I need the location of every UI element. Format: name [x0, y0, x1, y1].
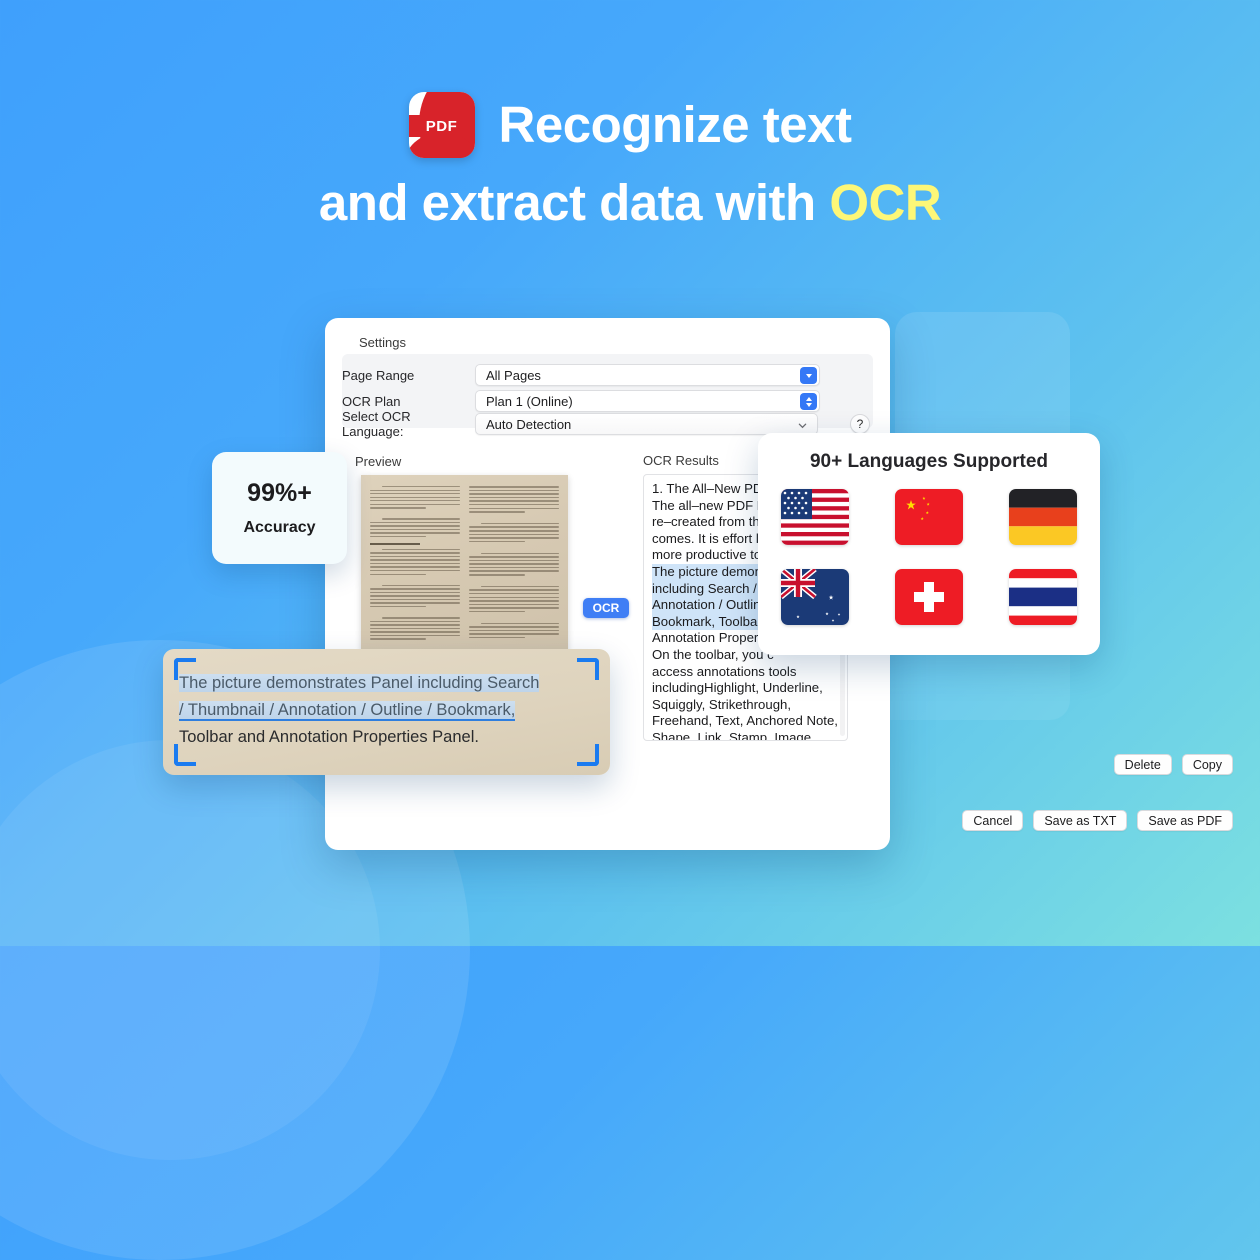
dialog-footer-buttons: Cancel Save as TXT Save as PDF	[962, 810, 1233, 831]
setting-row-page-range: Page Range All Pages	[342, 364, 837, 386]
help-button[interactable]: ?	[850, 414, 870, 434]
accuracy-value: 99%+	[247, 479, 312, 507]
ocr-language-select[interactable]: Auto Detection	[475, 413, 818, 435]
results-action-buttons: Delete Copy	[1113, 754, 1233, 775]
languages-card: 90+ Languages Supported	[758, 433, 1100, 655]
stepper-updown-icon[interactable]	[800, 393, 817, 410]
save-as-pdf-button[interactable]: Save as PDF	[1137, 810, 1233, 831]
ocr-plan-select[interactable]: Plan 1 (Online)	[475, 390, 820, 412]
ocr-results-line: Squiggly, Strikethrough,	[652, 696, 792, 712]
cancel-button[interactable]: Cancel	[962, 810, 1024, 831]
ocr-plan-label: OCR Plan	[342, 393, 401, 409]
hero-line-1: PDF Recognize text	[0, 92, 1260, 158]
hero-title-line1: Recognize text	[498, 96, 852, 154]
callout-selected-line-2: / Thumbnail / Annotation / Outline / Boo…	[179, 701, 516, 721]
ocr-selection-callout: The picture demonstrates Panel including…	[163, 649, 610, 775]
preview-document-page[interactable]	[361, 475, 568, 651]
settings-section-title: Settings	[359, 335, 406, 350]
copy-button[interactable]: Copy	[1181, 754, 1233, 775]
flag-china	[895, 489, 963, 545]
save-as-txt-button[interactable]: Save as TXT	[1033, 810, 1128, 831]
accuracy-card: 99%+ Accuracy	[212, 452, 347, 564]
ocr-results-line: Shape, Link, Stamp, Image,	[652, 729, 815, 741]
callout-text[interactable]: The picture demonstrates Panel including…	[179, 670, 596, 751]
chevron-down-icon[interactable]	[800, 367, 817, 384]
ocr-language-value: Auto Detection	[486, 416, 572, 432]
background-circle-decoration-2	[0, 740, 380, 1160]
pdf-app-icon: PDF	[408, 92, 475, 158]
page-range-label: Page Range	[342, 367, 415, 383]
ocr-language-label: Select OCR Language:	[342, 409, 411, 439]
hero-title-line2: and extract data with OCR	[0, 174, 1260, 231]
flag-usa	[781, 489, 849, 545]
page-range-value: All Pages	[486, 367, 541, 383]
preview-heading: Preview	[355, 454, 402, 469]
ocr-results-line: access annotations tools	[652, 663, 797, 679]
ocr-results-heading: OCR Results	[643, 453, 719, 468]
languages-card-title: 90+ Languages Supported	[809, 451, 1049, 472]
accuracy-label: Accuracy	[243, 519, 316, 536]
hero-line2-prefix: and extract data with	[318, 174, 830, 231]
flag-switzerland	[895, 569, 963, 625]
page-range-select[interactable]: All Pages	[475, 364, 820, 386]
callout-selected-line-1: The picture demonstrates Panel including…	[179, 674, 540, 692]
callout-plain-line: Toolbar and Annotation Properties Panel.	[179, 728, 479, 746]
flag-australia	[781, 569, 849, 625]
flag-germany	[1009, 489, 1077, 545]
chevron-down-icon-plain[interactable]	[798, 421, 807, 430]
ocr-results-line: includingHighlight, Underline,	[652, 680, 823, 696]
flag-thailand	[1009, 569, 1077, 625]
ocr-results-line: Freehand, Text, Anchored Note,	[652, 713, 838, 729]
flag-grid	[758, 489, 1100, 625]
setting-row-ocr-language: Select OCR Language: Auto Detection ?	[342, 409, 870, 439]
hero-heading: PDF Recognize text and extract data with…	[0, 92, 1260, 231]
pdf-icon-label: PDF	[425, 117, 458, 135]
run-ocr-button[interactable]: OCR	[583, 598, 629, 618]
ocr-plan-value: Plan 1 (Online)	[486, 393, 573, 409]
delete-button[interactable]: Delete	[1113, 754, 1172, 775]
hero-line2-accent: OCR	[829, 174, 942, 231]
